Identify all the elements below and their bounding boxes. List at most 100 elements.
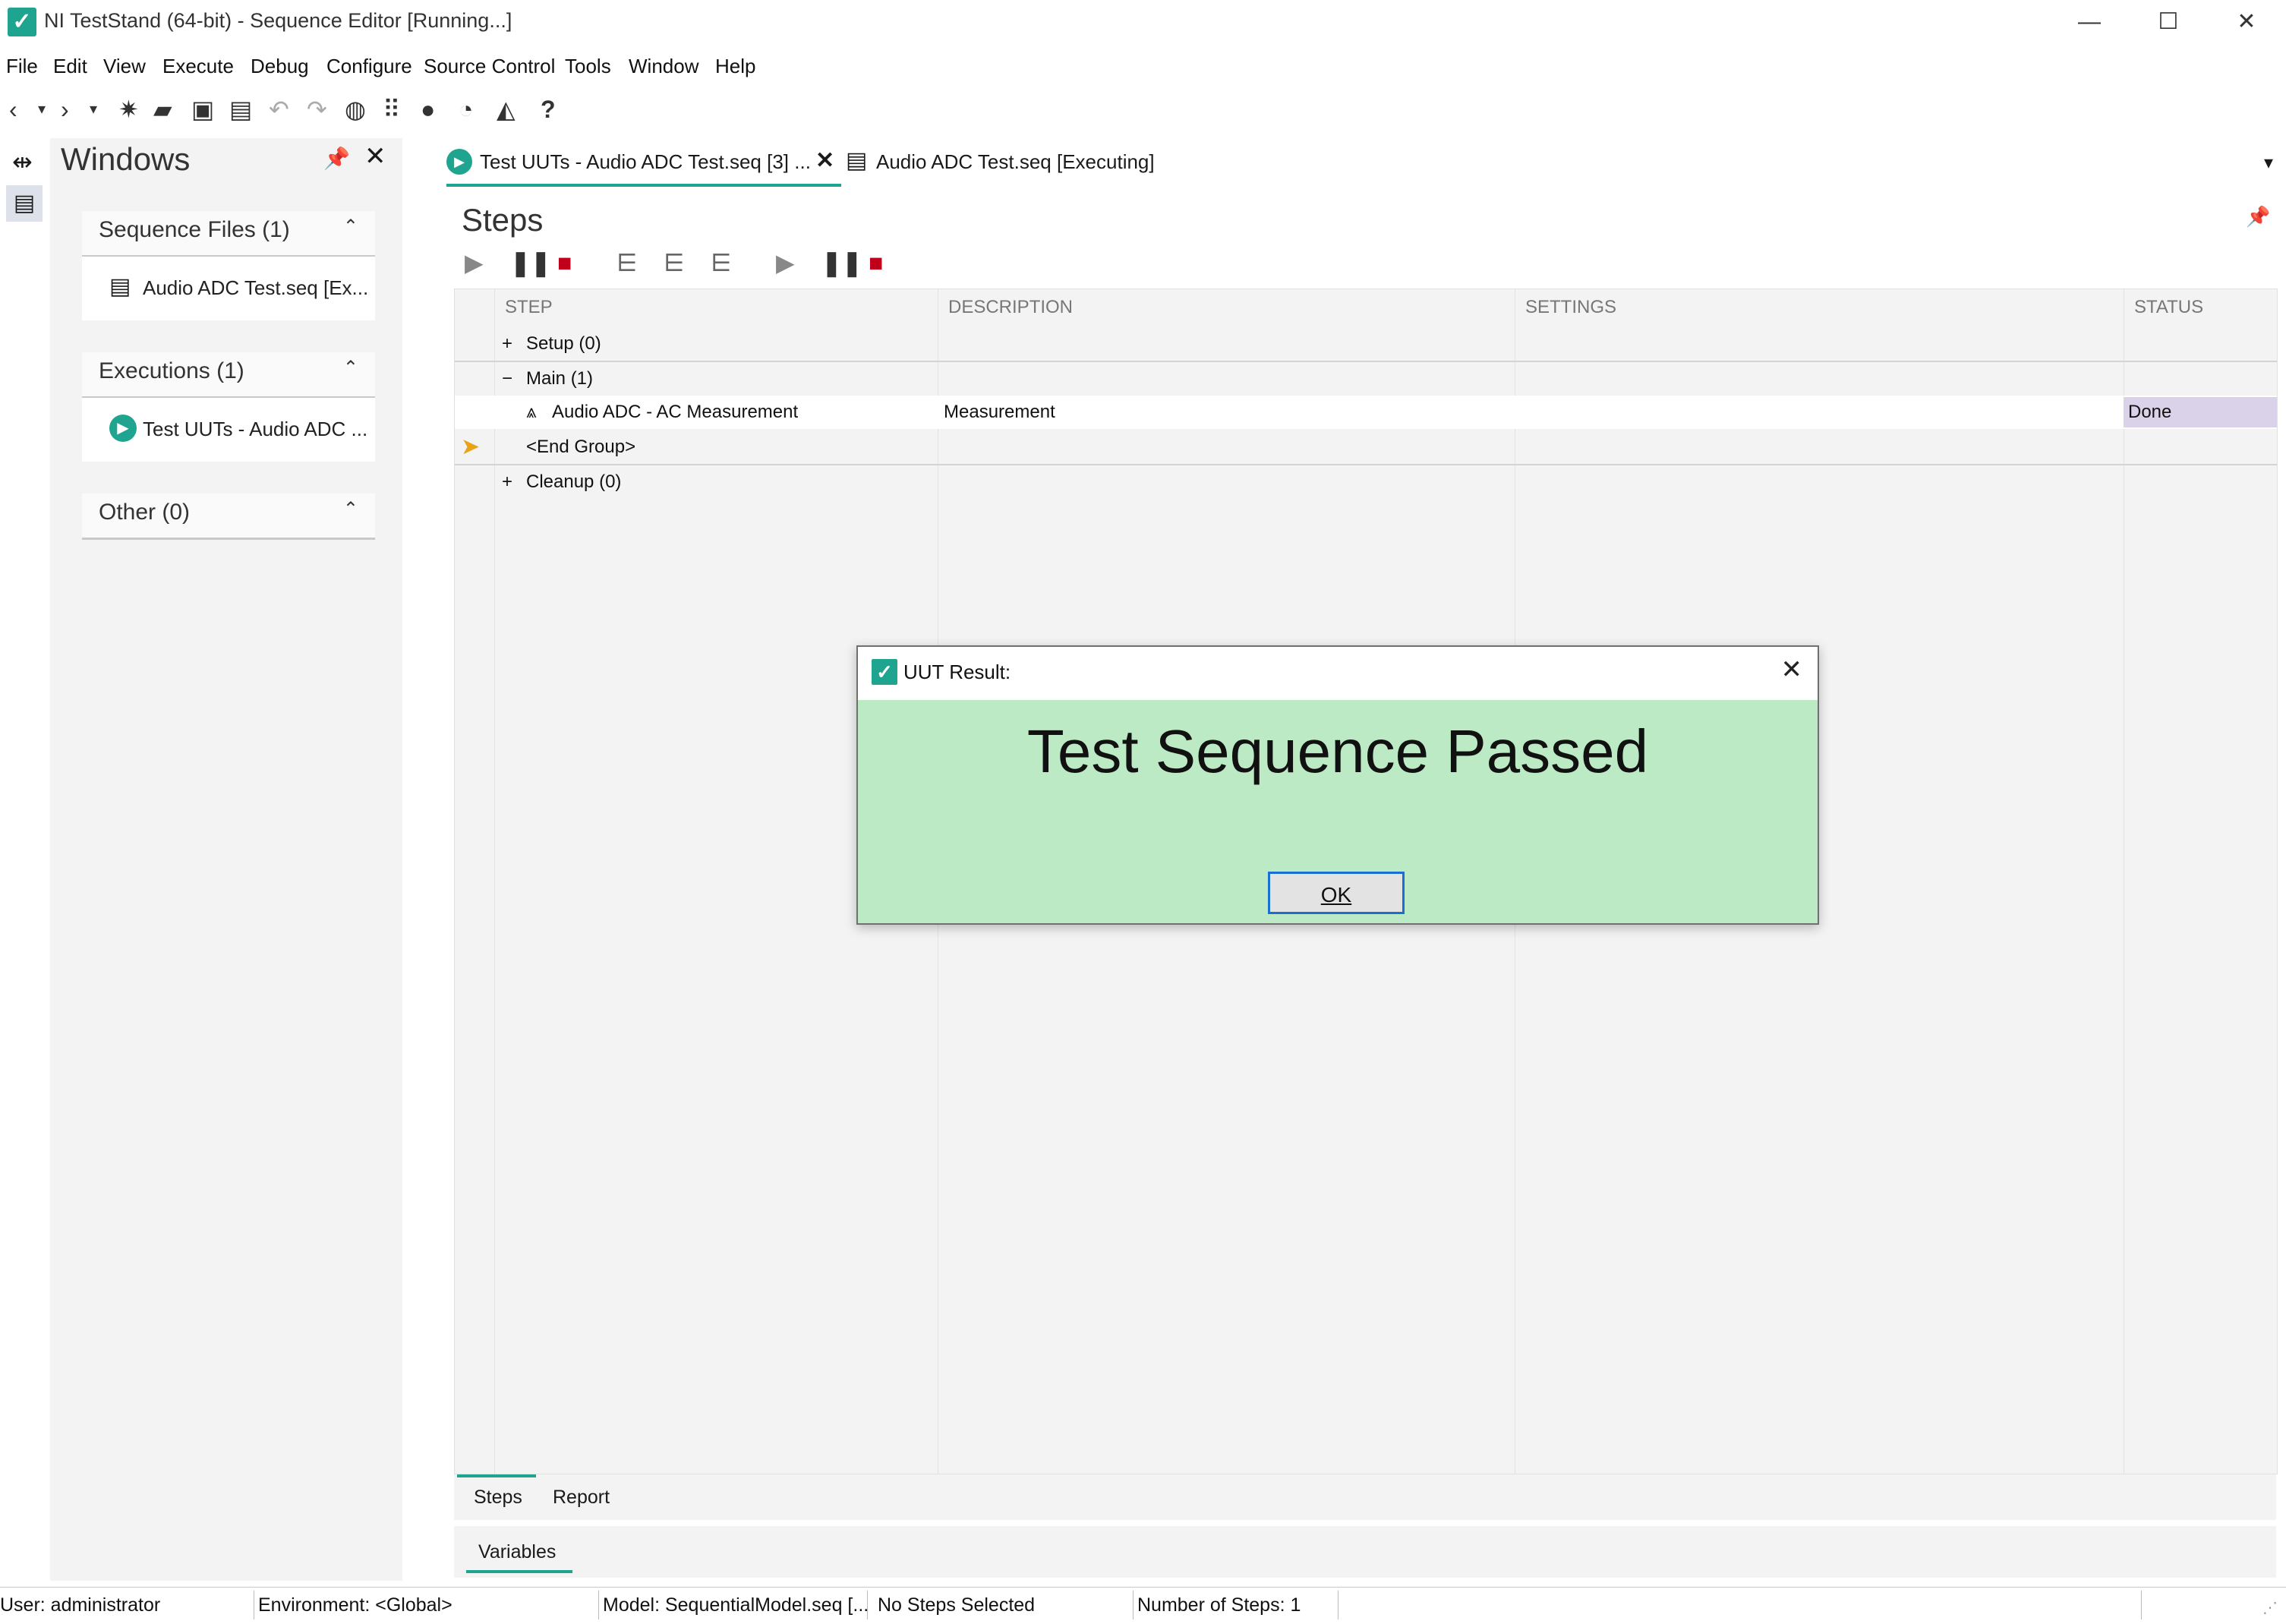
status-model: Model: SequentialModel.seq [... bbox=[603, 1591, 868, 1619]
save-all-icon[interactable]: ▤ bbox=[229, 94, 252, 125]
step-row-main[interactable]: − Main (1) bbox=[455, 362, 2277, 396]
menu-file[interactable]: File bbox=[6, 55, 38, 78]
windows-pane: Windows 📌 ✕ Sequence Files (1) ⌃ ▤ Audio… bbox=[50, 138, 402, 1581]
windows-pane-icon[interactable]: ▤ bbox=[6, 185, 43, 222]
window-title: NI TestStand (64-bit) - Sequence Editor … bbox=[44, 9, 512, 32]
gauge-icon[interactable]: ◔ bbox=[459, 94, 473, 125]
terminate-all-icon[interactable]: ■ bbox=[869, 248, 883, 278]
docking-icon[interactable]: ⇹ bbox=[12, 147, 33, 176]
collapse-icon[interactable]: ⌃ bbox=[343, 357, 358, 379]
step-row-cleanup[interactable]: + Cleanup (0) bbox=[455, 465, 2277, 499]
left-tool-strip: ⇹ ▤ bbox=[0, 138, 51, 1581]
result-message: Test Sequence Passed bbox=[1026, 717, 1649, 785]
globe-icon[interactable]: ◍ bbox=[345, 94, 366, 125]
column-header-step[interactable]: STEP bbox=[505, 289, 553, 326]
tab-sequence-file[interactable]: ▤ Audio ADC Test.seq [Executing] bbox=[846, 144, 1195, 184]
resize-grip-icon[interactable]: ⋰ bbox=[2262, 1598, 2278, 1617]
collapse-group-icon[interactable]: − bbox=[502, 362, 512, 396]
status-environment: Environment: <Global> bbox=[258, 1591, 599, 1619]
windows-pane-title: Windows bbox=[61, 141, 191, 177]
tab-list-dropdown-icon[interactable]: ▾ bbox=[2264, 152, 2273, 174]
close-window-button[interactable]: ✕ bbox=[2207, 0, 2286, 46]
teststand-app-icon: ✓ bbox=[872, 659, 897, 685]
step-row-end-group[interactable]: ➤ <End Group> bbox=[455, 430, 2277, 465]
step-out-icon[interactable]: ⋿ bbox=[711, 248, 732, 278]
expand-icon[interactable]: + bbox=[502, 465, 512, 499]
deploy-icon[interactable]: ◭ bbox=[497, 94, 516, 125]
numeric-limit-step-icon: ⩓ bbox=[526, 402, 537, 422]
sequence-file-icon: ▤ bbox=[109, 274, 131, 299]
menu-execute[interactable]: Execute bbox=[162, 55, 234, 78]
pause-all-icon[interactable]: ❚❚ bbox=[821, 248, 862, 278]
pin-icon[interactable]: 📌 bbox=[2246, 205, 2270, 229]
tab-variables[interactable]: Variables bbox=[478, 1541, 556, 1563]
active-tab-indicator bbox=[457, 1474, 536, 1477]
step-tree-icon[interactable]: ⠿ bbox=[383, 94, 400, 125]
menu-view[interactable]: View bbox=[103, 55, 146, 78]
menu-edit[interactable]: Edit bbox=[53, 55, 87, 78]
step-row-audio-adc[interactable]: ⩓ Audio ADC - AC Measurement Measurement… bbox=[455, 396, 2277, 429]
redo-icon[interactable]: ↷ bbox=[307, 94, 327, 125]
back-dropdown-icon[interactable]: ▾ bbox=[38, 94, 46, 125]
ok-button[interactable]: OK bbox=[1268, 872, 1405, 914]
pane-splitter[interactable] bbox=[402, 138, 424, 1581]
forward-dropdown-icon[interactable]: ▾ bbox=[90, 94, 97, 125]
save-icon[interactable]: ▣ bbox=[191, 94, 214, 125]
status-step-count: Number of Steps: 1 bbox=[1137, 1591, 1338, 1619]
step-over-icon[interactable]: ⋿ bbox=[664, 248, 685, 278]
column-header-status[interactable]: STATUS bbox=[2134, 289, 2203, 326]
dialog-title: UUT Result: bbox=[903, 661, 1011, 683]
pause-icon[interactable]: ❚❚ bbox=[510, 248, 551, 278]
menu-source-control[interactable]: Source Control bbox=[424, 55, 555, 78]
column-header-description[interactable]: DESCRIPTION bbox=[948, 289, 1073, 326]
run-icon[interactable]: ▶ bbox=[465, 248, 484, 278]
collapse-icon[interactable]: ⌃ bbox=[343, 498, 358, 520]
close-dialog-icon[interactable]: ✕ bbox=[1781, 654, 1803, 685]
back-icon[interactable]: ‹ bbox=[9, 94, 17, 125]
status-user: User: administrator bbox=[0, 1591, 254, 1619]
menu-bar: File Edit View Execute Debug Configure S… bbox=[0, 50, 2286, 84]
close-pane-icon[interactable]: ✕ bbox=[364, 141, 386, 172]
bottom-tabs: Steps Report bbox=[454, 1474, 2276, 1520]
status-badge: Done bbox=[2124, 397, 2277, 427]
open-folder-icon[interactable]: ▰ bbox=[153, 94, 172, 125]
minimize-button[interactable]: — bbox=[2050, 0, 2129, 46]
menu-configure[interactable]: Configure bbox=[326, 55, 412, 78]
sequence-files-header[interactable]: Sequence Files (1) ⌃ bbox=[82, 211, 375, 257]
user-icon[interactable]: ● bbox=[421, 94, 435, 125]
dialog-body: Test Sequence Passed OK bbox=[858, 700, 1818, 923]
status-selection: No Steps Selected bbox=[878, 1591, 1134, 1619]
new-icon[interactable]: ✷ bbox=[118, 94, 139, 125]
stop-icon[interactable]: ■ bbox=[557, 248, 572, 278]
execution-pointer-icon: ➤ bbox=[461, 434, 481, 459]
main-toolbar: ‹ ▾ › ▾ ✷ ▰ ▣ ▤ ↶ ↷ ◍ ⠿ ● ◔ ◭ ? bbox=[0, 91, 2286, 129]
collapse-icon[interactable]: ⌃ bbox=[343, 216, 358, 238]
menu-help[interactable]: Help bbox=[715, 55, 755, 78]
undo-icon[interactable]: ↶ bbox=[269, 94, 289, 125]
menu-tools[interactable]: Tools bbox=[565, 55, 611, 78]
sequence-file-item[interactable]: ▤ Audio ADC Test.seq [Ex... bbox=[82, 257, 375, 320]
menu-debug[interactable]: Debug bbox=[251, 55, 309, 78]
expand-icon[interactable]: + bbox=[502, 327, 512, 361]
executions-header[interactable]: Executions (1) ⌃ bbox=[82, 352, 375, 399]
step-row-setup[interactable]: + Setup (0) bbox=[455, 327, 2277, 362]
tab-report[interactable]: Report bbox=[553, 1487, 610, 1509]
steps-toolbar: ▶ ❚❚ ■ ⋿ ⋿ ⋿ ▶ ❚❚ ■ bbox=[462, 248, 1373, 281]
sequence-file-icon: ▤ bbox=[846, 148, 868, 173]
status-bar: User: administrator Environment: <Global… bbox=[0, 1587, 2286, 1624]
maximize-button[interactable]: ☐ bbox=[2129, 0, 2208, 46]
tab-steps[interactable]: Steps bbox=[474, 1487, 522, 1509]
pin-icon[interactable]: 📌 bbox=[323, 146, 350, 171]
menu-window[interactable]: Window bbox=[629, 55, 698, 78]
run-all-icon[interactable]: ▶ bbox=[776, 248, 795, 278]
step-into-icon[interactable]: ⋿ bbox=[616, 248, 638, 278]
tab-execution[interactable]: ▶ Test UUTs - Audio ADC Test.seq [3] ...… bbox=[446, 144, 841, 187]
help-icon[interactable]: ? bbox=[541, 94, 556, 125]
execution-item[interactable]: ▶ Test UUTs - Audio ADC ... bbox=[82, 398, 375, 462]
close-tab-icon[interactable]: ✕ bbox=[815, 147, 834, 174]
column-header-settings[interactable]: SETTINGS bbox=[1525, 289, 1616, 326]
other-header[interactable]: Other (0) ⌃ bbox=[82, 494, 375, 540]
forward-icon[interactable]: › bbox=[61, 94, 69, 125]
variables-tabs: Variables bbox=[454, 1526, 2276, 1578]
steps-title: Steps bbox=[462, 202, 544, 238]
